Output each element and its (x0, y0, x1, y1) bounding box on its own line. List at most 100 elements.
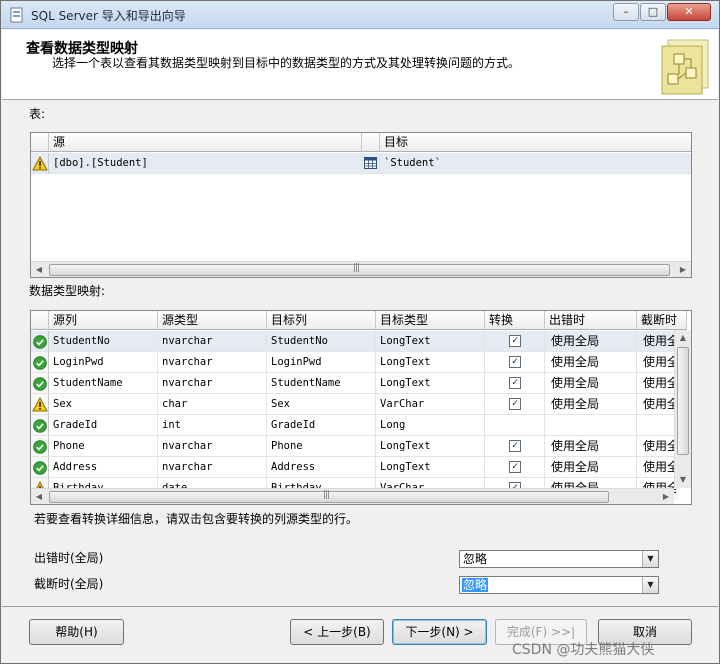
tables-col-target[interactable]: 目标 (380, 133, 691, 152)
mapping-col-target-column[interactable]: 目标列 (267, 311, 376, 330)
cell-source-type[interactable]: nvarchar (158, 373, 267, 394)
cell-on-truncate[interactable]: 使用全 (637, 457, 677, 478)
cell-source-column[interactable]: Sex (49, 394, 158, 415)
convert-checkbox[interactable]: ✓ (509, 377, 521, 389)
convert-checkbox[interactable]: ✓ (509, 335, 521, 347)
convert-checkbox[interactable]: ✓ (509, 398, 521, 410)
cell-target-column[interactable]: StudentName (267, 373, 376, 394)
tables-rowhead-header (31, 133, 49, 152)
cell-source-column[interactable]: Address (49, 457, 158, 478)
cell-on-error[interactable] (545, 415, 637, 436)
next-button[interactable]: 下一步(N) > (392, 619, 487, 645)
table-row-source[interactable]: [dbo].[Student] (49, 153, 362, 174)
cell-on-error[interactable]: 使用全局 (545, 352, 637, 373)
tables-col-target-icon (362, 133, 380, 152)
mapping-hint: 若要查看转换详细信息，请双击包含要转换的列源类型的行。 (34, 512, 359, 526)
check-circle-icon (33, 377, 47, 391)
cell-on-truncate[interactable]: 使用全 (637, 331, 677, 352)
cell-target-type[interactable]: VarChar (376, 394, 485, 415)
chevron-down-icon[interactable]: ▼ (642, 577, 658, 593)
cell-target-type[interactable]: LongText (376, 436, 485, 457)
cell-source-column[interactable]: LoginPwd (49, 352, 158, 373)
cell-on-error[interactable]: 使用全局 (545, 457, 637, 478)
cell-on-truncate[interactable]: 使用全 (637, 352, 677, 373)
cell-target-column[interactable]: Sex (267, 394, 376, 415)
mapping-hscrollbar[interactable]: ◀ ||| ▶ (31, 488, 674, 504)
close-button[interactable]: ✕ (667, 3, 711, 21)
cell-target-column[interactable]: Address (267, 457, 376, 478)
cell-source-type[interactable]: nvarchar (158, 331, 267, 352)
cell-on-truncate[interactable]: 使用全 (637, 394, 677, 415)
window-title: SQL Server 导入和导出向导 (31, 9, 186, 23)
cell-convert (485, 415, 545, 436)
cell-target-type[interactable]: LongText (376, 352, 485, 373)
check-circle-icon (33, 440, 47, 454)
cell-on-error[interactable]: 使用全局 (545, 373, 637, 394)
tables-hscrollbar[interactable]: ◀ ||| ▶ (31, 261, 691, 277)
title-bar[interactable]: SQL Server 导入和导出向导 – □ ✕ (1, 1, 719, 29)
tables-col-source[interactable]: 源 (49, 133, 362, 152)
mapping-vscrollbar[interactable]: ▲ ▼ (674, 330, 691, 488)
mapping-col-target-type[interactable]: 目标类型 (376, 311, 485, 330)
cell-target-type[interactable]: LongText (376, 373, 485, 394)
scroll-right-icon[interactable]: ▶ (658, 489, 674, 504)
maximize-button[interactable]: □ (640, 3, 666, 21)
chevron-down-icon[interactable]: ▼ (642, 551, 658, 567)
cell-target-type[interactable]: LongText (376, 457, 485, 478)
cell-source-type[interactable]: char (158, 394, 267, 415)
scroll-left-icon[interactable]: ◀ (31, 262, 47, 277)
mapping-col-source-column[interactable]: 源列 (49, 311, 158, 330)
row-status (31, 394, 49, 415)
cell-target-type[interactable]: LongText (376, 331, 485, 352)
convert-checkbox[interactable]: ✓ (509, 356, 521, 368)
cell-target-column[interactable]: StudentNo (267, 331, 376, 352)
wizard-window: SQL Server 导入和导出向导 – □ ✕ 查看数据类型映射 选择一个表以… (0, 0, 720, 664)
scroll-left-icon[interactable]: ◀ (31, 489, 47, 504)
tables-grid[interactable]: 源 目标 [dbo].[Student] `Student` ◀ ||| ▶ (30, 132, 692, 278)
scroll-down-icon[interactable]: ▼ (675, 472, 691, 488)
cell-on-truncate[interactable]: 使用全 (637, 436, 677, 457)
cell-on-error[interactable]: 使用全局 (545, 436, 637, 457)
cell-source-type[interactable]: nvarchar (158, 457, 267, 478)
back-button[interactable]: < 上一步(B) (290, 619, 384, 645)
table-row-target[interactable]: `Student` (380, 153, 691, 174)
mapping-col-source-type[interactable]: 源类型 (158, 311, 267, 330)
mapping-col-on-truncate[interactable]: 截断时 (637, 311, 687, 330)
mapping-grid[interactable]: 源列 源类型 目标列 目标类型 转换 出错时 截断时 StudentNo nvar… (30, 310, 692, 505)
on-error-global-value: 忽略 (463, 552, 488, 566)
cell-on-error[interactable]: 使用全局 (545, 331, 637, 352)
cell-on-error[interactable]: 使用全局 (545, 394, 637, 415)
cell-on-truncate[interactable] (637, 415, 677, 436)
cell-source-column[interactable]: Phone (49, 436, 158, 457)
row-status (31, 415, 49, 436)
check-circle-icon (33, 419, 47, 433)
scroll-right-icon[interactable]: ▶ (675, 262, 691, 277)
cell-source-column[interactable]: GradeId (49, 415, 158, 436)
mapping-col-on-error[interactable]: 出错时 (545, 311, 637, 330)
cell-target-column[interactable]: GradeId (267, 415, 376, 436)
mapping-col-convert[interactable]: 转换 (485, 311, 545, 330)
cell-source-type[interactable]: nvarchar (158, 352, 267, 373)
cell-source-column[interactable]: StudentNo (49, 331, 158, 352)
convert-checkbox[interactable]: ✓ (509, 461, 521, 473)
convert-checkbox[interactable]: ✓ (509, 440, 521, 452)
cell-source-column[interactable]: StudentName (49, 373, 158, 394)
cell-source-type[interactable]: nvarchar (158, 436, 267, 457)
tables-label: 表: (29, 107, 46, 121)
on-error-global-select[interactable]: 忽略 ▼ (459, 550, 659, 568)
help-button[interactable]: 帮助(H) (29, 619, 124, 645)
warning-icon (32, 156, 48, 171)
tables-hscroll-thumb[interactable] (49, 264, 670, 276)
minimize-button[interactable]: – (613, 3, 639, 21)
cell-target-column[interactable]: LoginPwd (267, 352, 376, 373)
cell-on-truncate[interactable]: 使用全 (637, 373, 677, 394)
table-icon (364, 157, 377, 169)
mapping-vscroll-thumb[interactable] (677, 347, 689, 455)
mapping-rowhead-header (31, 311, 49, 330)
on-truncate-global-select[interactable]: 忽略 ▼ (459, 576, 659, 594)
scroll-up-icon[interactable]: ▲ (675, 330, 691, 346)
cell-target-type[interactable]: Long (376, 415, 485, 436)
cell-source-type[interactable]: int (158, 415, 267, 436)
page-subtitle: 选择一个表以查看其数据类型映射到目标中的数据类型的方式及其处理转换问题的方式。 (52, 56, 521, 70)
cell-target-column[interactable]: Phone (267, 436, 376, 457)
